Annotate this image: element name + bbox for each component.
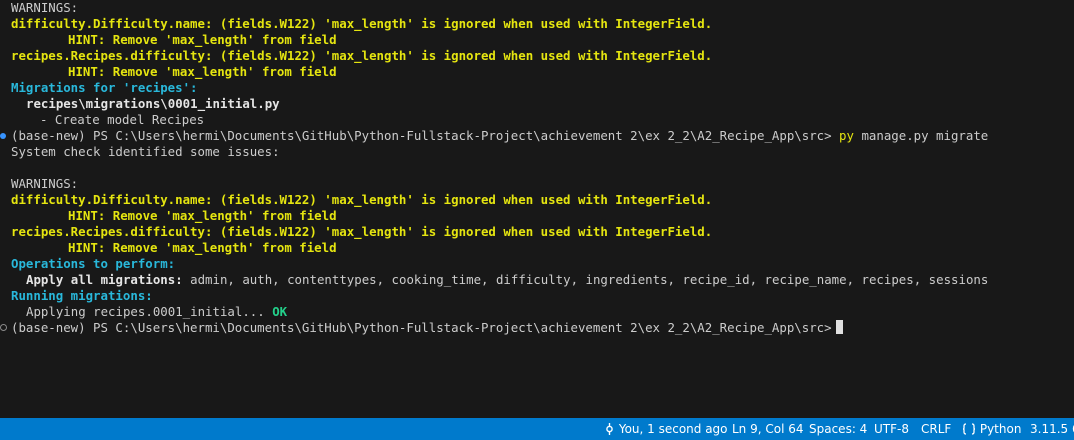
operations-header: Operations to perform:	[11, 256, 176, 271]
warnings-header: WARNINGS:	[11, 176, 79, 191]
migration-file-line: recipes\migrations\0001_initial.py	[26, 96, 280, 111]
hint-line: HINT: Remove 'max_length' from field	[68, 240, 337, 255]
prompt-text: (base-new) PS C:\Users\hermi\Documents\G…	[11, 128, 832, 143]
cursor-position-item[interactable]: Ln 9, Col 64	[732, 418, 804, 440]
terminal-cursor	[835, 320, 843, 334]
ok-text: OK	[272, 304, 288, 319]
apply-all-line: Apply all migrations: admin, auth, conte…	[26, 272, 988, 288]
git-blame-text: You, 1 second ago	[618, 422, 728, 436]
command-line[interactable]: (base-new) PS C:\Users\hermi\Documents\G…	[11, 320, 843, 336]
eol-item[interactable]: CRLF	[921, 418, 951, 440]
git-blame-item[interactable]: You, 1 second ago	[604, 418, 728, 440]
hint-line: HINT: Remove 'max_length' from field	[68, 64, 337, 79]
git-commit-icon	[606, 423, 613, 435]
prompt-text: (base-new) PS C:\Users\hermi\Documents\G…	[11, 320, 832, 335]
warning-line: recipes.Recipes.difficulty: (fields.W122…	[11, 48, 713, 63]
braces-icon	[962, 423, 976, 435]
applying-line: Applying recipes.0001_initial... OK	[26, 304, 287, 320]
apply-all-label: Apply all migrations:	[26, 272, 183, 287]
language-text: Python	[979, 422, 1022, 436]
warning-line: difficulty.Difficulty.name: (fields.W122…	[11, 16, 713, 31]
create-model-line: - Create model Recipes	[40, 112, 205, 127]
command-pending-dot-icon[interactable]	[0, 324, 7, 331]
command-success-dot-icon[interactable]	[0, 133, 6, 139]
running-migrations-header: Running migrations:	[11, 288, 153, 303]
command-args: manage.py migrate	[861, 128, 989, 143]
apply-all-value: admin, auth, contenttypes, cooking_time,…	[190, 272, 989, 287]
language-mode-item[interactable]: Python	[962, 418, 1021, 440]
system-check-line: System check identified some issues:	[11, 144, 280, 159]
warning-line: recipes.Recipes.difficulty: (fields.W122…	[11, 224, 713, 239]
status-bar: You, 1 second ago Ln 9, Col 64 Spaces: 4…	[0, 418, 1074, 440]
warnings-header: WARNINGS:	[11, 0, 79, 15]
indentation-item[interactable]: Spaces: 4	[809, 418, 867, 440]
hint-line: HINT: Remove 'max_length' from field	[68, 208, 337, 223]
warning-line: difficulty.Difficulty.name: (fields.W122…	[11, 192, 713, 207]
encoding-item[interactable]: UTF-8	[874, 418, 909, 440]
hint-line: HINT: Remove 'max_length' from field	[68, 32, 337, 47]
terminal-panel[interactable]: WARNINGS: difficulty.Difficulty.name: (f…	[0, 0, 1074, 418]
applying-text: Applying recipes.0001_initial...	[26, 304, 265, 319]
command-line: (base-new) PS C:\Users\hermi\Documents\G…	[11, 128, 988, 144]
python-interpreter-item[interactable]: 3.11.5 6	[1030, 418, 1074, 440]
migrations-for-line: Migrations for 'recipes':	[11, 80, 198, 95]
command-py: py	[839, 128, 854, 143]
